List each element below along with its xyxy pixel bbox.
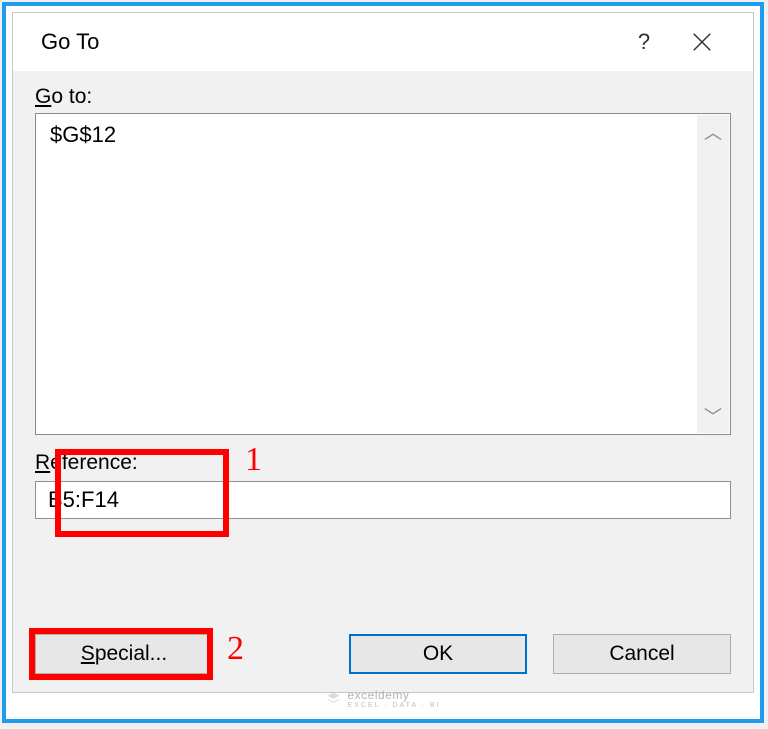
goto-listbox[interactable]: $G$12 ︿ ﹀ (35, 113, 731, 435)
cancel-button[interactable]: Cancel (553, 634, 731, 674)
list-item[interactable]: $G$12 (50, 122, 686, 148)
goto-label: Go to: (35, 85, 731, 109)
dialog-title: Go To (41, 29, 615, 55)
ok-button[interactable]: OK (349, 634, 527, 674)
close-icon (691, 31, 713, 53)
annotation-number-1: 1 (245, 441, 262, 479)
logo-icon (326, 691, 342, 707)
reference-input[interactable] (35, 481, 731, 519)
dialog-content: Go to: $G$12 ︿ ﹀ 1 Reference: (13, 71, 753, 606)
special-button[interactable]: Special... (35, 634, 213, 674)
reference-row: 1 Reference: (35, 451, 731, 519)
reference-label: Reference: (35, 451, 731, 475)
chevron-up-icon[interactable]: ︿ (704, 119, 722, 145)
watermark: exceldemy EXCEL · DATA · BI (326, 688, 441, 709)
screenshot-frame: Go To ? Go to: $G$12 ︿ ﹀ (2, 2, 764, 723)
help-button[interactable]: ? (615, 13, 673, 71)
dialog-button-row: 2 Special... OK Cancel (13, 606, 753, 692)
annotation-number-2: 2 (227, 630, 244, 668)
chevron-down-icon[interactable]: ﹀ (704, 403, 722, 429)
listbox-scrollbar[interactable]: ︿ ﹀ (697, 115, 729, 433)
goto-dialog: Go To ? Go to: $G$12 ︿ ﹀ (12, 12, 754, 693)
close-button[interactable] (673, 13, 731, 71)
dialog-titlebar: Go To ? (13, 13, 753, 71)
